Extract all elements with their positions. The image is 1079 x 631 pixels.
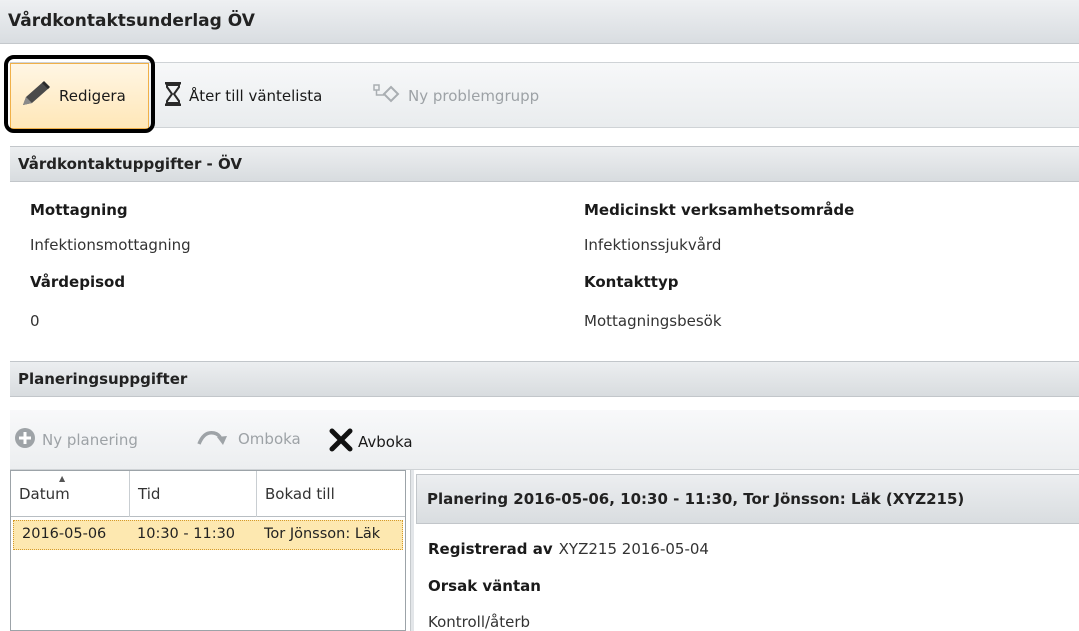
column-header-tid[interactable]: Tid xyxy=(130,471,257,517)
ater-label: Åter till väntelista xyxy=(189,87,323,105)
medicinskt-omrade-label: Medicinskt verksamhetsområde xyxy=(584,201,855,219)
column-header-datum[interactable]: ▲ Datum xyxy=(11,471,130,517)
window-titlebar: Vårdkontaktsunderlag ÖV xyxy=(0,0,1079,44)
planering-toolbar: Ny planering Omboka Avboka xyxy=(10,410,1079,470)
vardepisod-label: Vårdepisod xyxy=(30,273,126,291)
column-header-bokad-till[interactable]: Bokad till xyxy=(257,471,405,517)
planering-grid: ▲ Datum Tid Bokad till 2016-05-06 10:30 … xyxy=(10,470,406,631)
plus-circle-icon xyxy=(14,427,36,453)
pencil-icon xyxy=(19,79,53,113)
omboka-label: Omboka xyxy=(238,430,301,448)
main-toolbar: Redigera Åter till väntelista Ny problem… xyxy=(10,62,1079,129)
cell-datum: 2016-05-06 xyxy=(22,526,107,542)
planering-header-label: Planeringsuppgifter xyxy=(18,370,188,388)
avboka-button[interactable]: Avboka xyxy=(328,427,413,457)
mottagning-value: Infektionsmottagning xyxy=(30,236,191,254)
hourglass-icon xyxy=(163,80,183,112)
vardepisod-value: 0 xyxy=(30,312,40,330)
problemgroup-icon xyxy=(372,82,402,110)
window-title: Vårdkontaktsunderlag ÖV xyxy=(8,11,255,31)
registrerad-label: Registrerad av xyxy=(428,540,553,558)
vardkontakt-header-label: Vårdkontaktuppgifter - ÖV xyxy=(18,155,242,173)
planering-section-header: Planeringsuppgifter xyxy=(10,361,1079,397)
ater-till-vantelista-button[interactable]: Åter till väntelista xyxy=(163,63,322,129)
orsak-vantan-label: Orsak väntan xyxy=(428,577,541,595)
grid-header: ▲ Datum Tid Bokad till xyxy=(11,471,405,517)
table-row[interactable]: 2016-05-06 10:30 - 11:30 Tor Jönsson: Lä… xyxy=(13,520,403,550)
registrerad-row: Registrerad av XYZ215 2016-05-04 xyxy=(428,540,709,558)
cell-tid: 10:30 - 11:30 xyxy=(137,526,236,542)
medicinskt-omrade-value: Infektionssjukvård xyxy=(584,236,722,254)
orsak-vantan-value: Kontroll/återb xyxy=(428,613,531,631)
redo-arrow-icon xyxy=(196,427,232,451)
omboka-button[interactable]: Omboka xyxy=(196,427,301,451)
mottagning-label: Mottagning xyxy=(30,201,128,219)
avboka-label: Avboka xyxy=(358,433,413,451)
cell-bokad-till: Tor Jönsson: Läk xyxy=(264,526,381,542)
registrerad-value: XYZ215 2016-05-04 xyxy=(558,540,709,558)
redigera-button[interactable]: Redigera xyxy=(10,63,149,129)
redigera-label: Redigera xyxy=(59,87,126,105)
ny-problemgrupp-label: Ny problemgrupp xyxy=(408,87,540,105)
vardkontakt-section-header: Vårdkontaktuppgifter - ÖV xyxy=(10,146,1079,182)
ny-problemgrupp-button[interactable]: Ny problemgrupp xyxy=(372,63,539,129)
ny-planering-button[interactable]: Ny planering xyxy=(14,427,138,453)
planering-detail-title: Planering 2016-05-06, 10:30 - 11:30, Tor… xyxy=(427,490,965,508)
ny-planering-label: Ny planering xyxy=(42,431,138,449)
split-divider[interactable] xyxy=(410,470,414,631)
close-x-icon xyxy=(328,427,354,457)
kontakttyp-value: Mottagningsbesök xyxy=(584,312,722,330)
kontakttyp-label: Kontakttyp xyxy=(584,273,679,291)
sort-ascending-icon: ▲ xyxy=(59,474,66,483)
planering-detail-header: Planering 2016-05-06, 10:30 - 11:30, Tor… xyxy=(416,474,1079,524)
